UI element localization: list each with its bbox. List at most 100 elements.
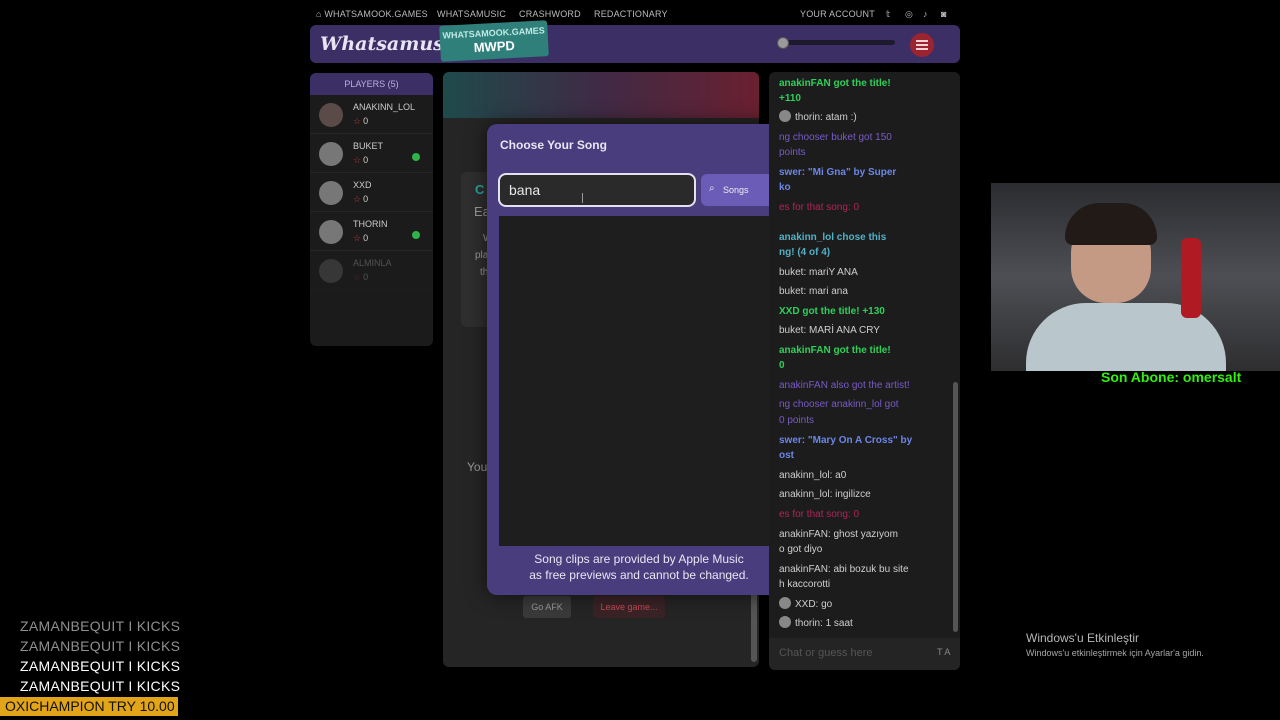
song-search-input[interactable]: bana <box>498 173 696 207</box>
player-score: ☆ 0 <box>353 233 369 243</box>
chat-message: ko <box>779 182 791 193</box>
chat-message: anakinn_lol: ingilizce <box>779 489 871 500</box>
player-score: ☆ 0 <box>353 272 369 282</box>
chat-scrollbar[interactable] <box>953 382 958 632</box>
player-score: ☆ 0 <box>353 155 369 165</box>
note-line-1: Song clips are provided by Apple Music <box>534 552 744 566</box>
leave-game-button[interactable]: Leave game... <box>593 596 665 618</box>
tiktok-icon[interactable]: ♪ <box>923 9 928 19</box>
chat-message: buket: MARİ ANA CRY <box>779 325 880 336</box>
avatar <box>319 103 343 127</box>
chat-message: thorin: 1 saat <box>779 616 853 631</box>
player-row[interactable]: THORIN ☆ 0 <box>310 212 433 251</box>
player-name: ANAKINN_LOL <box>353 102 416 112</box>
nav-redactionary-link[interactable]: REDACTIONARY <box>594 9 668 19</box>
chat-placeholder: Chat or guess here <box>779 647 873 659</box>
chat-message: anakinFAN: ghost yazıyom <box>779 529 898 540</box>
instagram-icon[interactable]: ◎ <box>905 9 913 20</box>
game-banner <box>443 72 759 118</box>
kick-alert: ZAMANBEQUIT I KICKS <box>20 638 181 654</box>
chat-message: 0 points <box>779 415 815 426</box>
chat-message: ng chooser buket got 150 <box>779 132 892 143</box>
avatar <box>779 110 791 122</box>
chat-message: o got diyo <box>779 544 823 555</box>
choose-song-modal: Choose Your Song ✕ bana ⌕ Songs ▼ ▲ ▼ So… <box>487 124 791 595</box>
nav-home-link[interactable]: ⌂ WHATSAMOOK.GAMES <box>316 9 428 19</box>
chat-message: ost <box>779 450 794 461</box>
nav-whatsamusic-link[interactable]: WHATSAMUSIC <box>437 9 506 19</box>
chat-message: buket: mariY ANA <box>779 267 858 278</box>
chat-input[interactable]: Chat or guess here T A <box>769 638 960 670</box>
ready-indicator <box>412 153 420 161</box>
microphone-icon <box>1181 238 1201 318</box>
chat-message: buket: mari ana <box>779 286 848 297</box>
chat-message: XXD got the title! +130 <box>779 306 885 317</box>
note-line-2: as free previews and cannot be changed. <box>529 568 749 582</box>
star-icon: ☆ <box>353 233 362 243</box>
windows-activation-title: Windows'u Etkinleştir <box>1026 631 1139 645</box>
ready-indicator <box>412 231 420 239</box>
search-results-list[interactable] <box>499 216 771 546</box>
kick-alert: ZAMANBEQUIT I KICKS <box>20 658 181 674</box>
search-icon: ⌕ <box>709 183 715 194</box>
avatar <box>319 181 343 205</box>
windows-activation-text: Windows'u etkinleştirmek için Ayarlar'a … <box>1026 648 1204 658</box>
modal-title: Choose Your Song <box>500 138 607 152</box>
site-badge[interactable]: WHATSAMOOK.GAMES MWPD <box>439 20 549 62</box>
player-name: THORIN <box>353 219 388 229</box>
chat-message: thorin: atam :) <box>779 110 857 125</box>
game-text-4: You <box>467 460 488 474</box>
kick-alert: ZAMANBEQUIT I KICKS <box>20 678 181 694</box>
avatar <box>319 259 343 283</box>
discord-icon[interactable]: ◙ <box>941 9 947 19</box>
chat-message: XXD: go <box>779 597 832 612</box>
star-icon: ☆ <box>353 155 362 165</box>
top-navigation: ⌂ WHATSAMOOK.GAMES WHATSAMUSIC CRASHWORD… <box>310 0 960 26</box>
hamburger-menu-button[interactable] <box>910 33 934 57</box>
webcam-overlay <box>991 183 1280 371</box>
text-size-icon[interactable]: T A <box>937 647 950 657</box>
player-row[interactable]: BUKET ☆ 0 <box>310 134 433 173</box>
volume-knob[interactable] <box>777 37 789 49</box>
webcam-hair <box>1065 203 1157 245</box>
volume-slider[interactable] <box>777 37 895 49</box>
your-account-link[interactable]: YOUR ACCOUNT <box>800 9 875 19</box>
chat-message: anakinFAN got the title! <box>779 345 891 356</box>
players-panel: PLAYERS (5) ANAKINN_LOL ☆ 0 BUKET ☆ 0 XXD … <box>310 73 433 346</box>
game-heading: C <box>475 182 485 197</box>
chat-message: swer: "Mi Gna" by Super <box>779 167 897 178</box>
avatar <box>779 616 791 628</box>
chat-message: anakinn_lol: a0 <box>779 470 847 481</box>
go-afk-button[interactable]: Go AFK <box>523 596 571 618</box>
twitter-icon[interactable]: 𝕥 <box>886 9 890 20</box>
player-row[interactable]: ALMINLA ☆ 0 <box>310 251 433 290</box>
star-icon: ☆ <box>353 116 362 126</box>
chat-message: ng! (4 of 4) <box>779 247 831 258</box>
donation-alert: OXICHAMPION TRY 10.00 <box>0 697 178 716</box>
player-name: BUKET <box>353 141 384 151</box>
chat-message: h kaccorotti <box>779 579 831 590</box>
player-row[interactable]: XXD ☆ 0 <box>310 173 433 212</box>
chat-message: anakinFAN got the title! <box>779 78 891 89</box>
chat-panel: anakinFAN got the title! +110 thorin: atam… <box>769 72 960 670</box>
text-cursor-icon <box>582 193 583 203</box>
chat-message: es for that song: 0 <box>779 509 860 520</box>
player-name: ALMINLA <box>353 258 392 268</box>
player-row[interactable]: ANAKINN_LOL ☆ 0 <box>310 95 433 134</box>
chat-message: swer: "Mary On A Cross" by <box>779 435 913 446</box>
apple-music-note: Song clips are provided by Apple Music a… <box>499 551 779 583</box>
chat-message: 0 <box>779 360 785 371</box>
chat-message: +110 <box>779 93 801 104</box>
player-name: XXD <box>353 180 372 190</box>
chat-message: anakinn_lol chose this <box>779 232 887 243</box>
players-header: PLAYERS (5) <box>310 73 433 95</box>
chat-message: points <box>779 147 806 158</box>
nav-crashword-link[interactable]: CRASHWORD <box>519 9 581 19</box>
chat-message: anakinFAN: abi bozuk bu site <box>779 564 909 575</box>
kick-alert: ZAMANBEQUIT I KICKS <box>20 618 181 634</box>
search-type-label: Songs <box>723 185 749 195</box>
home-icon: ⌂ <box>316 9 322 19</box>
app-header: Whatsamusic WHATSAMOOK.GAMES MWPD <box>310 20 960 63</box>
star-icon: ☆ <box>353 272 362 282</box>
avatar <box>319 220 343 244</box>
